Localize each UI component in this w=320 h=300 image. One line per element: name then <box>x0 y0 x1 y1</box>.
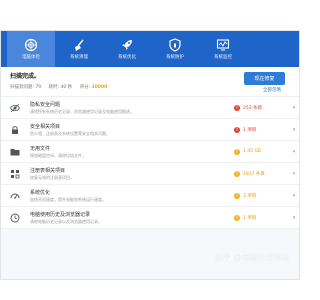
registry-icon <box>11 169 20 178</box>
issue-list: 隐私安全问题 清除所有系统历史记录、浏览器使用记录及电脑使用痕迹。 ! 253 … <box>1 97 299 229</box>
tab-optimize[interactable]: 系统优化 <box>103 31 151 67</box>
status-text: 1 项目 <box>243 215 257 221</box>
status-text: 1 项目 <box>243 127 257 133</box>
ignore-all-link[interactable]: 全部忽略 <box>263 87 281 93</box>
shield-icon <box>169 38 181 52</box>
status-badge: ! 1917 条目 <box>234 170 289 177</box>
repair-now-button[interactable]: 现在修复 <box>244 72 285 85</box>
status-badge: ! 1 项目 <box>234 126 289 133</box>
lock-icon <box>12 125 18 134</box>
tab-cleanup[interactable]: 系统清理 <box>55 31 103 67</box>
tab-label: 系统监控 <box>214 55 232 60</box>
item-text: 安全相关项目 防火墙、注册表及系统设置等安全相关问题。 <box>30 124 234 136</box>
item-title: 安全相关项目 <box>30 123 61 130</box>
status-text: 253 条目 <box>243 105 263 111</box>
status-text: 1917 条目 <box>243 171 265 177</box>
item-text: 注册表相关项目 修复无效的注册表项目。 <box>30 168 234 180</box>
status-badge: ! 1.45 GB <box>234 148 289 155</box>
warning-icon: ! <box>234 170 240 177</box>
scan-summary: 扫描完成。 扫描到问题: 79 耗时: 40 秒 评分: 10000 现在修复 … <box>1 67 299 97</box>
status-text: 3 项目 <box>243 193 257 199</box>
item-text: 系统优化 加快开机速度，提升电脑和系统运行速度。 <box>30 190 234 202</box>
chevron-down-icon[interactable]: ▾ <box>289 171 299 177</box>
item-description: 修复无效的注册表项目。 <box>30 174 74 180</box>
monitor-icon <box>216 39 230 51</box>
status-badge: ! 3 项目 <box>234 192 289 199</box>
status-badge: ! 1 项目 <box>234 214 289 221</box>
crosshair-icon <box>24 38 38 52</box>
top-navigation: 电脑体检 系统清理 系统优化 系统防护 系统监控 <box>1 31 299 67</box>
item-description: 清除所有系统历史记录、浏览器使用记录及电脑使用痕迹。 <box>30 108 134 114</box>
warning-icon: ! <box>234 192 240 199</box>
tab-monitor[interactable]: 系统监控 <box>199 31 247 67</box>
scan-time: 耗时: 40 秒 <box>48 85 73 90</box>
history-icon <box>10 213 20 222</box>
item-text: 隐私安全问题 清除所有系统历史记录、浏览器使用记录及电脑使用痕迹。 <box>30 102 234 114</box>
tab-label: 系统清理 <box>70 55 88 60</box>
item-description: 加快开机速度，提升电脑和系统运行速度。 <box>30 196 106 202</box>
tab-label: 电脑体检 <box>22 55 40 60</box>
chevron-down-icon[interactable]: ▾ <box>289 149 299 155</box>
item-title: 隐私安全问题 <box>30 101 61 108</box>
item-title: 注册表相关项目 <box>30 167 66 174</box>
watermark: 知乎 @电脑分享驿站 <box>215 253 290 262</box>
eye-icon <box>10 103 20 112</box>
score-label: 评分: <box>79 85 91 90</box>
list-item[interactable]: 无用文件 释放磁盘空间，清除垃圾文件。 ! 1.45 GB ▾ <box>1 141 299 163</box>
chevron-down-icon[interactable]: ▾ <box>289 215 299 221</box>
chevron-down-icon[interactable]: ▾ <box>289 105 299 111</box>
list-item[interactable]: 注册表相关项目 修复无效的注册表项目。 ! 1917 条目 ▾ <box>1 163 299 185</box>
list-item[interactable]: 安全相关项目 防火墙、注册表及系统设置等安全相关问题。 ! 1 项目 ▾ <box>1 119 299 141</box>
folder-icon <box>10 148 20 155</box>
item-description: 清除电脑历史记录以及浏览器使用记录。 <box>30 218 102 224</box>
list-item[interactable]: 隐私安全问题 清除所有系统历史记录、浏览器使用记录及电脑使用痕迹。 ! 253 … <box>1 97 299 119</box>
warning-icon: ! <box>234 104 240 111</box>
item-title: 系统优化 <box>30 189 51 196</box>
warning-icon: ! <box>234 126 240 133</box>
warning-icon: ! <box>234 214 240 221</box>
list-item[interactable]: 系统优化 加快开机速度，提升电脑和系统运行速度。 ! 3 项目 ▾ <box>1 185 299 207</box>
list-item[interactable]: 电脑使用历史及浏览器记录 清除电脑历史记录以及浏览器使用记录。 ! 1 项目 ▾ <box>1 207 299 229</box>
broom-icon <box>75 39 84 51</box>
item-text: 电脑使用历史及浏览器记录 清除电脑历史记录以及浏览器使用记录。 <box>30 212 234 224</box>
item-title: 无用文件 <box>30 145 51 152</box>
item-description: 防火墙、注册表及系统设置等安全相关问题。 <box>30 130 110 136</box>
tab-protection[interactable]: 系统防护 <box>151 31 199 67</box>
rocket-icon <box>122 40 132 50</box>
gauge-icon <box>10 193 20 199</box>
warning-icon: ! <box>234 148 240 155</box>
item-text: 无用文件 释放磁盘空间，清除垃圾文件。 <box>30 146 234 158</box>
tab-label: 系统防护 <box>166 55 184 60</box>
chevron-down-icon[interactable]: ▾ <box>289 127 299 133</box>
tab-label: 系统优化 <box>118 55 136 60</box>
status-badge: ! 253 条目 <box>234 104 289 111</box>
chevron-down-icon[interactable]: ▾ <box>289 193 299 199</box>
item-title: 电脑使用历史及浏览器记录 <box>30 211 91 218</box>
score-value: 10000 <box>91 85 108 90</box>
item-description: 释放磁盘空间，清除垃圾文件。 <box>30 152 86 158</box>
app-window: 电脑体检 系统清理 系统优化 系统防护 系统监控 扫描完成。 扫描到问题: 79… <box>0 30 300 280</box>
tab-checkup[interactable]: 电脑体检 <box>7 31 55 67</box>
issues-count: 扫描到问题: 79 <box>10 85 42 90</box>
status-text: 1.45 GB <box>243 149 262 154</box>
